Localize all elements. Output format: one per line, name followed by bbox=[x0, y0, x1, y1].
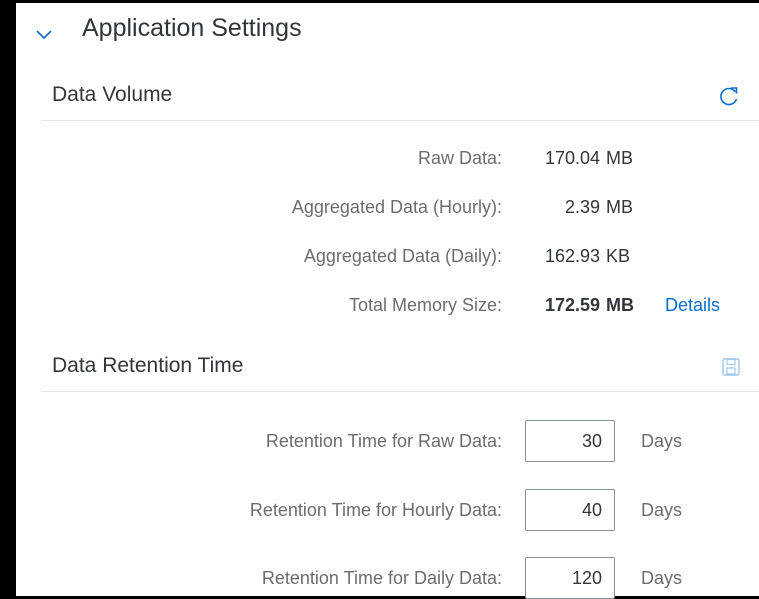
data-volume-title: Data Volume bbox=[52, 83, 173, 106]
retention-daily-unit: Days bbox=[641, 568, 683, 588]
retention-daily-label: Retention Time for Daily Data: bbox=[261, 568, 502, 588]
retention-hourly-label: Retention Time for Hourly Data: bbox=[249, 500, 502, 520]
raw-data-value: 170.04 MB bbox=[544, 148, 633, 168]
data-retention-title: Data Retention Time bbox=[52, 354, 244, 377]
retention-hourly-row: Retention Time for Hourly Data: 40 Days bbox=[16, 489, 759, 531]
aggregated-daily-row: Aggregated Data (Daily): 162.93 KB bbox=[16, 241, 759, 271]
aggregated-hourly-row: Aggregated Data (Hourly): 2.39 MB bbox=[16, 192, 759, 222]
retention-hourly-input[interactable]: 40 bbox=[525, 489, 615, 531]
refresh-icon[interactable] bbox=[716, 83, 742, 109]
retention-raw-label: Retention Time for Raw Data: bbox=[265, 431, 502, 451]
application-settings-panel: Application Settings Data Volume Raw Dat… bbox=[16, 0, 759, 599]
retention-hourly-unit: Days bbox=[641, 500, 683, 520]
aggregated-hourly-label: Aggregated Data (Hourly): bbox=[291, 197, 502, 217]
retention-daily-row: Retention Time for Daily Data: 120 Days bbox=[16, 557, 759, 599]
divider bbox=[41, 391, 759, 392]
divider bbox=[41, 120, 759, 121]
retention-raw-row: Retention Time for Raw Data: 30 Days bbox=[16, 420, 759, 462]
raw-data-label: Raw Data: bbox=[417, 148, 502, 168]
save-icon[interactable] bbox=[718, 354, 744, 380]
retention-daily-input[interactable]: 120 bbox=[525, 557, 615, 599]
retention-raw-unit: Days bbox=[641, 431, 683, 451]
details-link[interactable]: Details bbox=[665, 290, 720, 320]
page-title: Application Settings bbox=[82, 14, 302, 42]
total-memory-label: Total Memory Size: bbox=[348, 295, 502, 315]
raw-data-row: Raw Data: 170.04 MB bbox=[16, 143, 759, 173]
aggregated-daily-label: Aggregated Data (Daily): bbox=[303, 246, 502, 266]
total-memory-row: Total Memory Size: 172.59 MB Details bbox=[16, 290, 759, 320]
total-memory-value: 172.59 MB bbox=[544, 295, 634, 315]
chevron-down-icon[interactable] bbox=[35, 25, 53, 43]
aggregated-daily-value: 162.93 KB bbox=[544, 246, 631, 266]
aggregated-hourly-value: 2.39 MB bbox=[564, 197, 633, 217]
panel-header[interactable]: Application Settings bbox=[16, 3, 759, 59]
retention-raw-input[interactable]: 30 bbox=[525, 420, 615, 462]
